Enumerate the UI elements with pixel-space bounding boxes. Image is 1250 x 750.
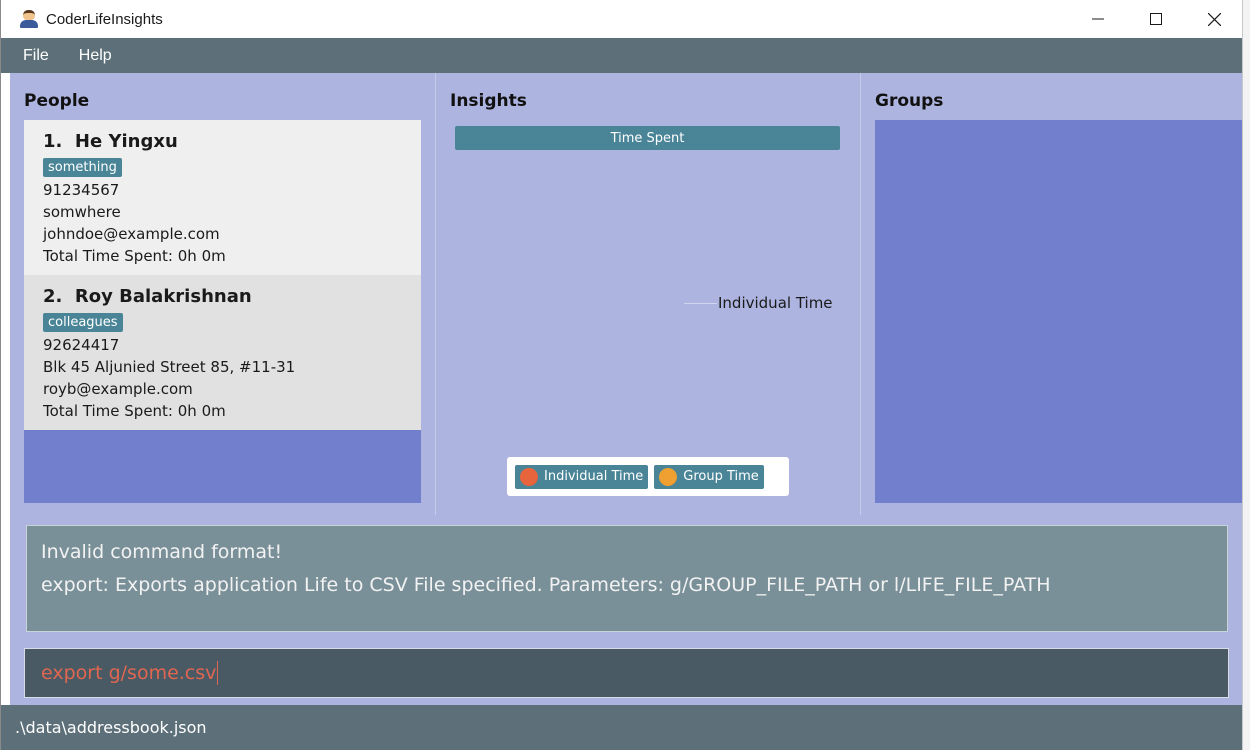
status-bar: .\data\addressbook.json	[1, 705, 1243, 750]
maximize-button[interactable]	[1127, 0, 1185, 38]
legend-item-individual-time: Individual Time	[515, 464, 649, 489]
person-phone: 92624417	[43, 336, 120, 354]
group-list[interactable]	[875, 120, 1243, 503]
chart-legend: Individual Time Group Time	[507, 457, 789, 496]
person-card[interactable]: 2. Roy Balakrishnan colleagues 92624417 …	[24, 275, 421, 430]
title-bar[interactable]: CoderLifeInsights	[1, 0, 1243, 38]
save-location: .\data\addressbook.json	[15, 718, 207, 737]
insights-title: Insights	[450, 91, 527, 111]
person-phone: 91234567	[43, 181, 120, 199]
close-button[interactable]	[1185, 0, 1243, 38]
background-window-edge	[1242, 0, 1250, 750]
menu-bar: File Help	[1, 38, 1243, 73]
person-time-spent: Total Time Spent: 0h 0m	[43, 247, 226, 265]
result-line: export: Exports application Life to CSV …	[41, 574, 1051, 596]
coder-avatar-icon	[19, 9, 39, 29]
text-caret	[217, 661, 219, 685]
legend-label: Individual Time	[544, 469, 644, 484]
slice-label-line	[684, 303, 717, 304]
person-card[interactable]: 1. He Yingxu something 91234567 somwhere…	[24, 120, 421, 275]
person-name: 2. Roy Balakrishnan	[43, 286, 252, 307]
person-address: somwhere	[43, 203, 121, 221]
groups-panel: Groups	[861, 73, 1243, 515]
window-controls	[1069, 0, 1243, 38]
person-email: johndoe@example.com	[43, 225, 220, 243]
people-panel: People 1. He Yingxu something 91234567 s…	[10, 73, 435, 515]
menu-file[interactable]: File	[19, 44, 53, 68]
person-email: royb@example.com	[43, 380, 193, 398]
person-name: 1. He Yingxu	[43, 131, 178, 152]
person-time-spent: Total Time Spent: 0h 0m	[43, 402, 226, 420]
minimize-button[interactable]	[1069, 0, 1127, 38]
pie-slice-label: Individual Time	[718, 294, 833, 312]
command-text: export g/some.csv	[41, 662, 217, 684]
people-title: People	[24, 91, 90, 111]
menu-help[interactable]: Help	[75, 44, 116, 68]
chart-title: Time Spent	[455, 126, 840, 150]
person-address: Blk 45 Aljunied Street 85, #11-31	[43, 358, 296, 376]
person-tag: something	[43, 158, 122, 177]
insights-panel: Insights Time Spent Individual Time Indi…	[436, 73, 860, 515]
maximize-icon	[1150, 13, 1162, 25]
result-display[interactable]: Invalid command format! export: Exports …	[26, 525, 1228, 632]
result-area: Invalid command format! export: Exports …	[10, 515, 1243, 640]
groups-title: Groups	[875, 91, 944, 111]
legend-swatch	[659, 467, 678, 486]
person-list[interactable]: 1. He Yingxu something 91234567 somwhere…	[24, 120, 421, 503]
main-area: People 1. He Yingxu something 91234567 s…	[10, 73, 1243, 515]
person-tag: colleagues	[43, 313, 123, 332]
result-line: Invalid command format!	[41, 541, 283, 563]
minimize-icon	[1092, 18, 1104, 20]
command-input[interactable]: export g/some.csv	[24, 648, 1229, 698]
legend-item-group-time: Group Time	[654, 464, 764, 489]
legend-label: Group Time	[683, 469, 759, 484]
window-title: CoderLifeInsights	[46, 10, 163, 28]
app-window: CoderLifeInsights File Help People 1. He…	[0, 0, 1243, 750]
close-icon	[1207, 12, 1221, 26]
command-area: export g/some.csv	[10, 640, 1243, 705]
legend-swatch	[520, 467, 538, 486]
